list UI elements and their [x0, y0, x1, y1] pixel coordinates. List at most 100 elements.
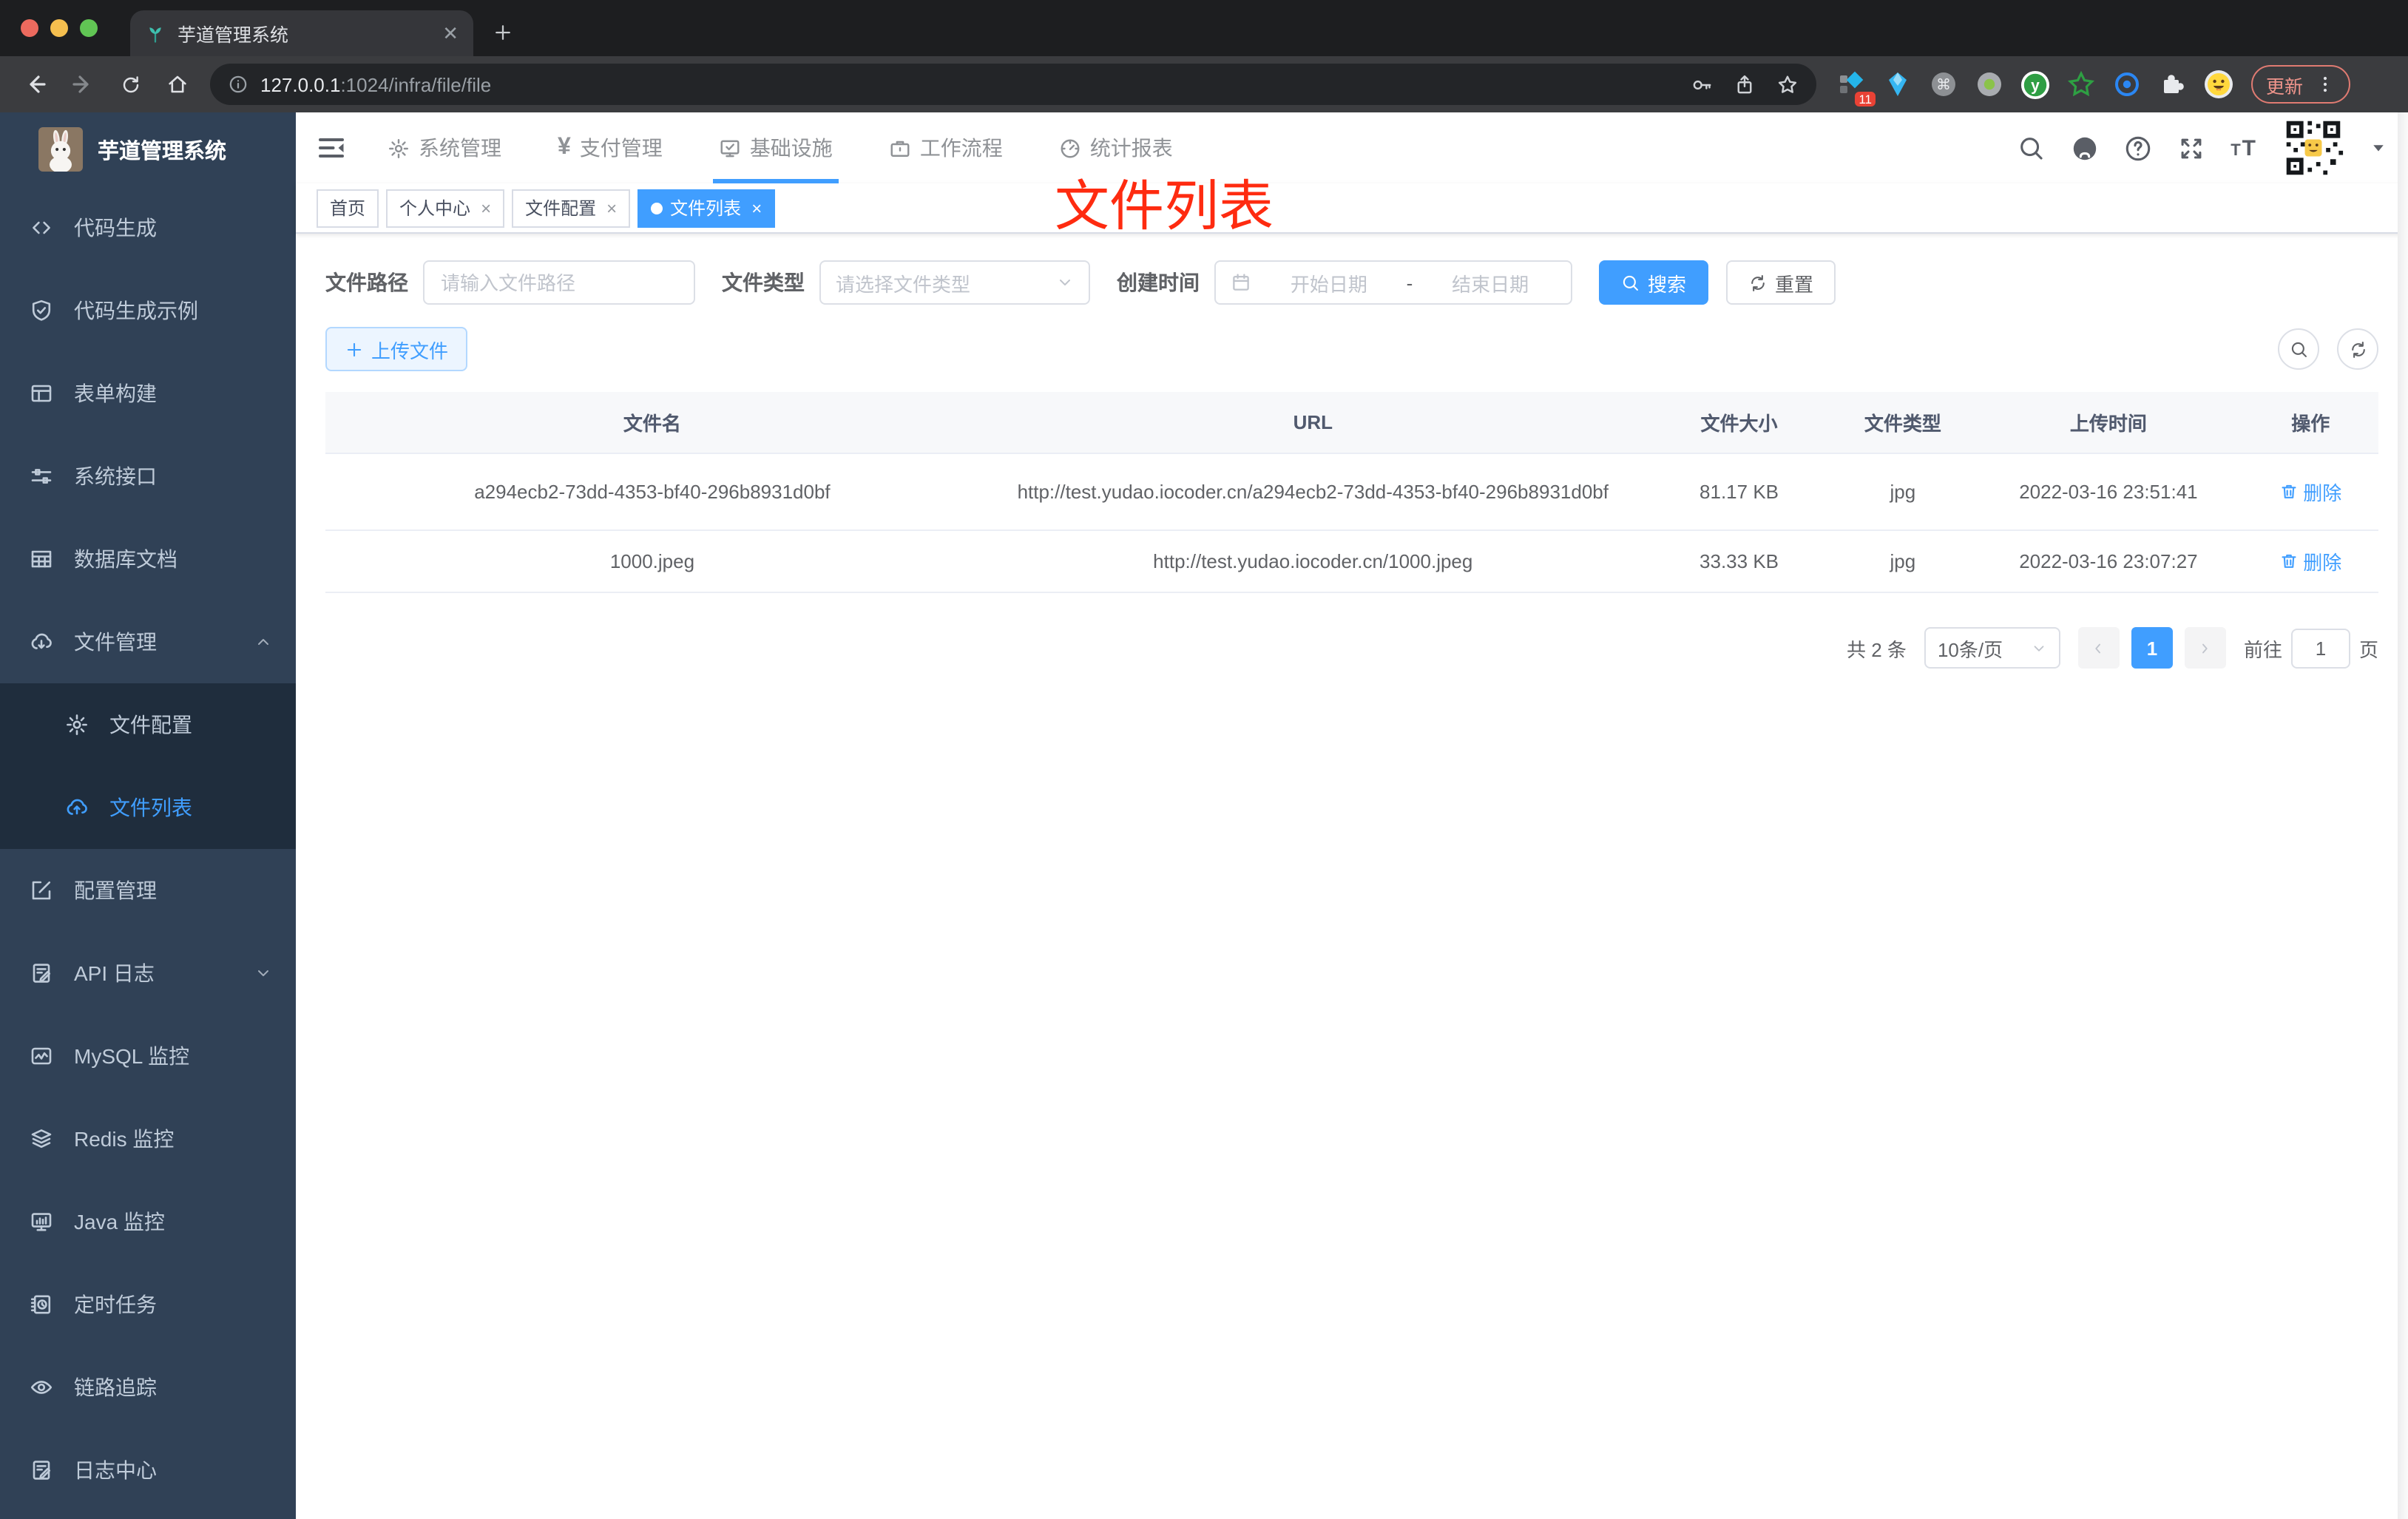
sidebar-item-log-center[interactable]: 日志中心 — [0, 1429, 296, 1512]
sidebar-item-java-monitor[interactable]: Java 监控 — [0, 1180, 296, 1263]
extension-eye-icon[interactable] — [2112, 70, 2142, 99]
forward-button[interactable] — [62, 64, 104, 105]
search-icon — [1621, 273, 1640, 292]
tag-close-icon[interactable]: × — [481, 197, 491, 218]
total-count: 共 2 条 — [1847, 638, 1907, 660]
cell-upload-time: 2022-03-16 23:07:27 — [2019, 550, 2198, 572]
sidebar-item-trace[interactable]: 链路追踪 — [0, 1346, 296, 1429]
avatar[interactable] — [2282, 117, 2344, 179]
site-info-icon[interactable] — [228, 74, 248, 95]
extension-star-icon[interactable] — [2066, 70, 2096, 99]
nav-report[interactable]: 统计报表 — [1059, 112, 1173, 183]
sidebar-item-form-builder[interactable]: 表单构建 — [0, 352, 296, 435]
sidebar-item-codegen[interactable]: 代码生成 — [0, 186, 296, 269]
sidebar-item-system-api[interactable]: 系统接口 — [0, 435, 296, 518]
sidebar-item-mysql-monitor[interactable]: MySQL 监控 — [0, 1015, 296, 1097]
end-date-placeholder[interactable]: 结束日期 — [1424, 268, 1556, 297]
minimize-window-button[interactable] — [50, 19, 68, 37]
screen: 芋道管理系统 ✕ 127.0.0.1:1024/infra/file/file … — [0, 0, 2408, 1519]
cell-file-type: jpg — [1890, 481, 1916, 503]
nav-workflow[interactable]: 工作流程 — [889, 112, 1003, 183]
trash-icon — [2279, 552, 2299, 571]
fullscreen-icon[interactable] — [2177, 134, 2205, 162]
tab-close-icon[interactable]: ✕ — [442, 21, 459, 45]
sidebar-item-file-list[interactable]: 文件列表 — [0, 766, 296, 849]
nav-infrastructure[interactable]: 基础设施 — [712, 112, 839, 183]
log-icon — [30, 961, 53, 985]
code-icon — [30, 216, 53, 240]
extension-gray-dot-icon[interactable] — [1975, 70, 2004, 99]
tag-file-config[interactable]: 文件配置 × — [512, 189, 631, 227]
browser-tab[interactable]: 芋道管理系统 ✕ — [130, 10, 473, 56]
refresh-icon — [2348, 339, 2367, 359]
tag-profile[interactable]: 个人中心 × — [386, 189, 505, 227]
rabbit-logo — [38, 127, 83, 172]
sidebar-item-file-manage[interactable]: 文件管理 — [0, 601, 296, 683]
bookmark-star-icon[interactable] — [1776, 73, 1799, 95]
col-header-time: 上传时间 — [2069, 413, 2147, 435]
extension-gem-icon[interactable] — [1883, 70, 1912, 99]
zoom-window-button[interactable] — [80, 19, 98, 37]
sidebar-item-db-doc[interactable]: 数据库文档 — [0, 518, 296, 601]
chevron-right-icon — [2197, 640, 2213, 656]
tag-close-icon[interactable]: × — [606, 197, 617, 218]
tag-home[interactable]: 首页 — [317, 189, 379, 227]
reset-button[interactable]: 重置 — [1726, 260, 1836, 305]
table-header-row: 文件名 URL 文件大小 文件类型 上传时间 操作 — [325, 392, 2378, 454]
sidebar-item-redis-monitor[interactable]: Redis 监控 — [0, 1097, 296, 1180]
sidebar-toggle-button[interactable] — [317, 132, 349, 164]
back-button[interactable] — [15, 64, 56, 105]
delete-button[interactable]: 删除 — [2279, 547, 2341, 575]
home-button[interactable] — [157, 64, 198, 105]
current-page-button[interactable]: 1 — [2131, 627, 2173, 669]
tag-file-list[interactable]: 文件列表 × — [637, 189, 776, 227]
start-date-placeholder[interactable]: 开始日期 — [1263, 268, 1395, 297]
infra-icon — [719, 137, 741, 159]
github-icon[interactable] — [2071, 134, 2099, 162]
sidebar-title: 芋道管理系统 — [98, 140, 226, 163]
schedule-icon — [30, 1293, 53, 1316]
date-range-picker[interactable]: 开始日期 - 结束日期 — [1214, 260, 1572, 305]
cell-file-size: 81.17 KB — [1700, 481, 1779, 503]
address-bar[interactable]: 127.0.0.1:1024/infra/file/file — [210, 64, 1816, 105]
extension-command-icon[interactable]: ⌘ — [1929, 70, 1958, 99]
sidebar-item-config-manage[interactable]: 配置管理 — [0, 849, 296, 932]
browser-menu-icon[interactable] — [2315, 74, 2336, 95]
tags-view-bar: 首页 个人中心 × 文件配置 × 文件列表 × — [296, 183, 2408, 234]
password-key-icon[interactable] — [1691, 73, 1713, 95]
browser-update-button[interactable]: 更新 — [2251, 65, 2351, 104]
scrollbar-gutter[interactable] — [2398, 112, 2408, 1519]
upload-file-button[interactable]: 上传文件 — [325, 327, 468, 371]
page-size-select[interactable]: 10条/页 — [1924, 627, 2060, 669]
tag-close-icon[interactable]: × — [751, 197, 762, 218]
extension-y-icon[interactable]: y — [2020, 70, 2050, 99]
next-page-button[interactable] — [2184, 627, 2226, 669]
caret-down-icon[interactable] — [2370, 139, 2387, 157]
goto-page-input[interactable] — [2290, 628, 2350, 668]
sidebar-logo[interactable]: 芋道管理系统 — [0, 112, 296, 186]
delete-button[interactable]: 删除 — [2279, 478, 2341, 506]
sidebar-item-api-log[interactable]: API 日志 — [0, 932, 296, 1015]
extension-pinned-icon[interactable]: 11 — [1837, 70, 1876, 106]
toggle-search-button[interactable] — [2278, 328, 2319, 370]
search-button[interactable]: 搜索 — [1599, 260, 1709, 305]
nav-payment-manage[interactable]: ¥ 支付管理 — [558, 112, 663, 183]
sidebar-item-codegen-demo[interactable]: 代码生成示例 — [0, 269, 296, 352]
prev-page-button[interactable] — [2077, 627, 2120, 669]
browser-toolbar: 127.0.0.1:1024/infra/file/file 11 ⌘ y 更新 — [0, 56, 2408, 112]
reload-button[interactable] — [109, 64, 151, 105]
sidebar-item-cron-job[interactable]: 定时任务 — [0, 1263, 296, 1346]
extension-puzzle-icon[interactable] — [2158, 70, 2188, 99]
share-icon[interactable] — [1734, 73, 1756, 95]
sidebar-item-file-config[interactable]: 文件配置 — [0, 683, 296, 766]
new-tab-button[interactable] — [482, 12, 524, 53]
help-icon[interactable] — [2124, 134, 2152, 162]
refresh-table-button[interactable] — [2337, 328, 2378, 370]
search-icon[interactable] — [2018, 134, 2046, 162]
nav-system-manage[interactable]: 系统管理 — [388, 112, 501, 183]
file-path-input[interactable] — [425, 262, 694, 303]
font-size-icon[interactable]: TT — [2231, 135, 2257, 160]
extension-emoji-icon[interactable] — [2204, 70, 2233, 99]
close-window-button[interactable] — [21, 19, 38, 37]
file-type-select[interactable]: 请选择文件类型 — [819, 260, 1090, 305]
